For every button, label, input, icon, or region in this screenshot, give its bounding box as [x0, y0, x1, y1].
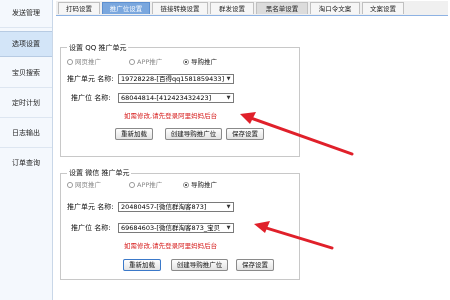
annotation-arrow-wechat	[254, 221, 334, 250]
annotation-arrow-qq	[240, 112, 354, 156]
annotation-arrows	[240, 112, 354, 250]
